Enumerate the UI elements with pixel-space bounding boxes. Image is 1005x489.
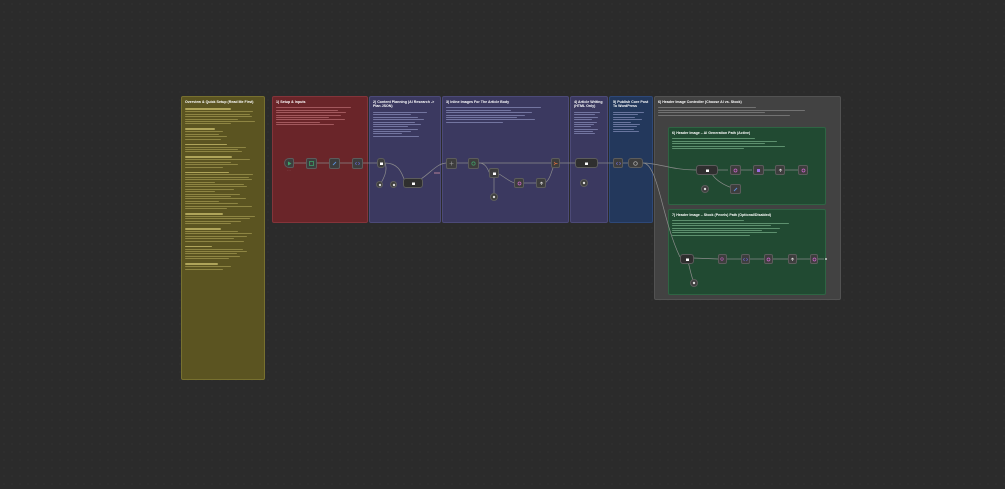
set-fields-node[interactable] <box>329 158 340 169</box>
stock-search-node[interactable] <box>718 254 727 264</box>
inline-merge-node[interactable] <box>551 158 560 168</box>
note-stock-pexels-path-title: 7) Header Image – Stock (Pexels) Path (O… <box>672 213 772 217</box>
loop-icon <box>471 161 476 166</box>
note-overview[interactable]: Overview & Quick Setup (Read Me First) <box>181 96 265 380</box>
robot-icon <box>705 169 709 172</box>
stock-upload-node[interactable] <box>788 254 797 264</box>
header-prompt-node[interactable] <box>730 184 741 194</box>
writer-model-node[interactable] <box>580 179 588 187</box>
model-icon <box>692 281 696 285</box>
http-icon <box>812 257 816 261</box>
upload-icon <box>539 181 543 185</box>
header-attach-node[interactable] <box>798 165 808 175</box>
robot-icon <box>685 258 689 261</box>
play-icon <box>287 161 291 165</box>
image-generate-node[interactable] <box>514 178 524 188</box>
code-node[interactable] <box>352 158 363 169</box>
form-icon <box>309 161 314 166</box>
http-icon <box>766 257 771 261</box>
form-node[interactable] <box>306 158 317 169</box>
model-icon <box>492 195 496 199</box>
plan-agent-node[interactable] <box>403 178 423 188</box>
header-generate-node[interactable] <box>730 165 741 175</box>
model-icon <box>378 183 381 186</box>
note-content-planning-title: 2) Content Planning (AI Research -> Plan… <box>373 100 435 109</box>
model-icon <box>703 187 707 191</box>
http-icon <box>517 181 521 185</box>
robot-icon <box>379 162 383 165</box>
note-inline-images-title: 3) Inline Images For The Article Body <box>446 100 510 104</box>
note-overview-title: Overview & Quick Setup (Read Me First) <box>185 100 254 104</box>
model-icon <box>582 181 586 185</box>
search-icon <box>720 256 724 261</box>
stock-download-node[interactable] <box>764 254 773 264</box>
code-icon <box>355 161 360 166</box>
merge-icon <box>553 161 558 165</box>
note-ai-generation-path-title: 6) Header Image – AI Generation Path (Ac… <box>672 131 751 135</box>
wordpress-post-node[interactable] <box>628 158 643 168</box>
note-header-controller-title: 6) Header Image Controller (Choose AI vs… <box>658 100 742 104</box>
upload-icon <box>778 168 782 172</box>
stock-select-node[interactable] <box>741 254 750 264</box>
header-upload-node[interactable] <box>775 165 785 175</box>
edit-icon <box>332 161 337 166</box>
robot-icon <box>411 182 415 185</box>
note-setup-title: 1) Setup & Inputs <box>276 100 306 104</box>
header-ai-agent-node[interactable] <box>696 165 718 175</box>
loop-node[interactable] <box>468 158 479 169</box>
parser-icon <box>392 183 395 186</box>
http-icon <box>801 168 805 172</box>
edit-icon <box>733 187 738 191</box>
stock-agent-node[interactable] <box>680 254 694 264</box>
research-agent-node[interactable] <box>377 158 385 168</box>
note-publish-title: 5) Publish Core Post To WordPress <box>613 100 649 109</box>
stock-attach-node[interactable] <box>810 254 818 264</box>
article-writer-node[interactable] <box>575 158 598 168</box>
code-icon <box>615 161 621 165</box>
split-icon <box>449 161 454 166</box>
inline-model-node[interactable] <box>490 193 498 201</box>
parser-node[interactable] <box>390 181 397 188</box>
upload-icon <box>790 257 795 261</box>
header-ai-model-node[interactable] <box>701 185 709 193</box>
convert-icon <box>757 168 760 172</box>
stock-model-node[interactable] <box>690 279 698 287</box>
code-icon <box>743 257 748 261</box>
http-icon <box>733 168 738 172</box>
inline-split-node[interactable] <box>446 158 457 169</box>
image-upload-node[interactable] <box>536 178 546 188</box>
connection-wires <box>294 162 827 284</box>
note-article-writing-title: 4) Article Writing (HTML Only) <box>574 100 603 109</box>
chat-model-node[interactable] <box>376 181 383 188</box>
wordpress-icon <box>633 160 638 166</box>
note-inline-images[interactable]: 3) Inline Images For The Article Body <box>442 96 569 223</box>
publish-code-node[interactable] <box>613 158 623 168</box>
image-prompt-node[interactable] <box>489 168 499 178</box>
manual-trigger-node[interactable] <box>284 158 294 168</box>
header-convert-node[interactable] <box>753 165 764 175</box>
robot-icon <box>585 162 588 165</box>
robot-icon <box>492 172 496 175</box>
